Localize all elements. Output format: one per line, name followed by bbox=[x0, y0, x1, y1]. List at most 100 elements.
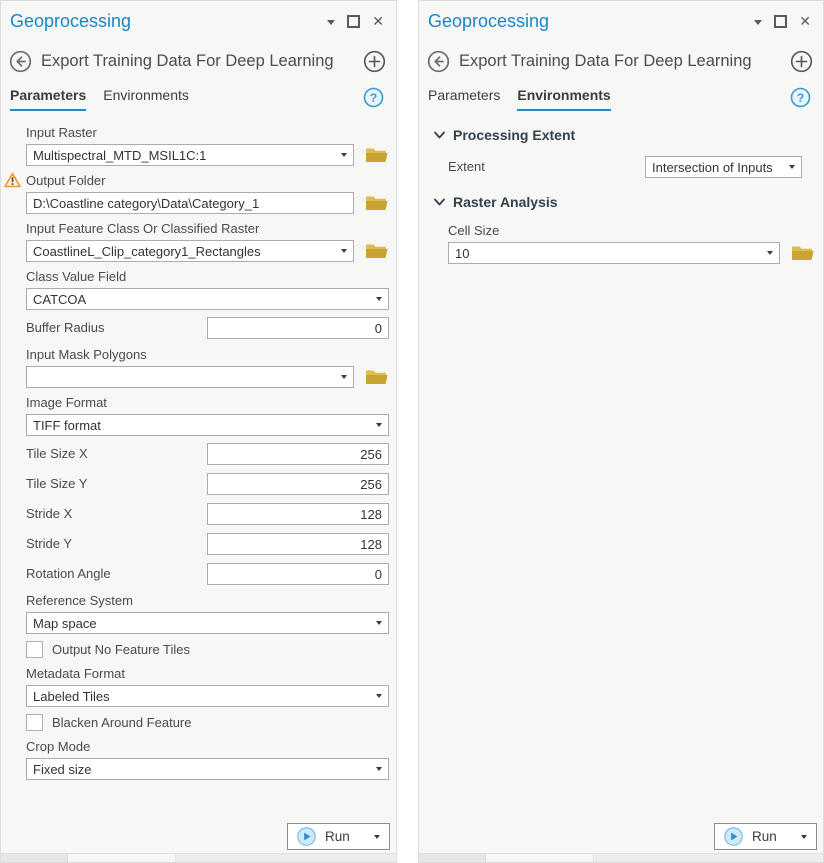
combo-arrow-icon bbox=[376, 423, 382, 427]
run-menu-arrow-icon[interactable] bbox=[374, 835, 380, 839]
combo-arrow-icon bbox=[341, 375, 347, 379]
input-mask-polygons-combobox[interactable] bbox=[26, 366, 354, 388]
tab-environments[interactable]: Environments bbox=[103, 87, 189, 111]
field-tile-size-x: Tile Size X 256 bbox=[26, 443, 389, 465]
blacken-around-feature-checkbox[interactable] bbox=[26, 714, 43, 731]
field-image-format: Image Format TIFF format bbox=[26, 395, 389, 436]
input-feature-class-combobox[interactable]: CoastlineL_Clip_category1_Rectangles bbox=[26, 240, 354, 262]
back-icon[interactable] bbox=[9, 50, 32, 73]
rotation-angle-input[interactable]: 0 bbox=[207, 563, 389, 585]
browse-folder-icon[interactable] bbox=[365, 242, 389, 260]
field-label: Cell Size bbox=[448, 223, 815, 239]
field-metadata-format: Metadata Format Labeled Tiles bbox=[26, 666, 389, 707]
parameters-form: Input Raster Multispectral_MTD_MSIL1C:1 … bbox=[1, 111, 396, 780]
crop-mode-combobox[interactable]: Fixed size bbox=[26, 758, 389, 780]
combo-arrow-icon bbox=[376, 694, 382, 698]
field-tile-size-y: Tile Size Y 256 bbox=[26, 473, 389, 495]
tab-parameters[interactable]: Parameters bbox=[10, 87, 86, 111]
section-processing-extent[interactable]: Processing Extent bbox=[434, 127, 815, 143]
field-input-feature-class: Input Feature Class Or Classified Raster… bbox=[26, 221, 389, 262]
pane-menu-icon[interactable] bbox=[327, 20, 335, 25]
tile-size-y-input[interactable]: 256 bbox=[207, 473, 389, 495]
field-label: Buffer Radius bbox=[26, 320, 207, 336]
maximize-icon[interactable] bbox=[347, 15, 360, 28]
tab-parameters[interactable]: Parameters bbox=[428, 87, 500, 111]
output-no-feature-tiles-checkbox[interactable] bbox=[26, 641, 43, 658]
tool-header: Export Training Data For Deep Learning bbox=[419, 39, 823, 77]
reference-system-combobox[interactable]: Map space bbox=[26, 612, 389, 634]
svg-text:?: ? bbox=[797, 91, 804, 105]
extent-combobox[interactable]: Intersection of Inputs bbox=[645, 156, 802, 178]
browse-folder-icon[interactable] bbox=[365, 368, 389, 386]
checkbox-label: Output No Feature Tiles bbox=[52, 642, 190, 657]
section-title: Raster Analysis bbox=[453, 194, 558, 210]
field-class-value-field: Class Value Field CATCOA bbox=[26, 269, 389, 310]
tab-environments[interactable]: Environments bbox=[517, 87, 610, 111]
browse-folder-icon[interactable] bbox=[365, 146, 389, 164]
combo-arrow-icon bbox=[767, 251, 773, 255]
tab-bar: Parameters Environments ? bbox=[419, 77, 823, 111]
combo-arrow-icon bbox=[341, 153, 347, 157]
pane-dock-tab-strip bbox=[419, 853, 823, 862]
back-icon[interactable] bbox=[427, 50, 450, 73]
field-extent: Extent Intersection of Inputs bbox=[434, 156, 815, 178]
field-label: Class Value Field bbox=[26, 269, 389, 285]
field-label: Tile Size X bbox=[26, 446, 207, 462]
run-button-label: Run bbox=[325, 829, 350, 844]
stride-y-input[interactable]: 128 bbox=[207, 533, 389, 555]
field-input-mask-polygons: Input Mask Polygons bbox=[26, 347, 389, 388]
field-label: Stride Y bbox=[26, 536, 207, 552]
close-icon[interactable]: ✕ bbox=[799, 14, 811, 28]
add-icon[interactable] bbox=[790, 50, 813, 73]
pane-dock-tab-strip bbox=[1, 853, 396, 862]
class-value-field-combobox[interactable]: CATCOA bbox=[26, 288, 389, 310]
help-icon[interactable]: ? bbox=[363, 87, 384, 108]
run-button[interactable]: Run bbox=[714, 823, 817, 850]
metadata-format-combobox[interactable]: Labeled Tiles bbox=[26, 685, 389, 707]
help-icon[interactable]: ? bbox=[790, 87, 811, 108]
field-cell-size: Cell Size 10 bbox=[434, 223, 815, 264]
combo-arrow-icon bbox=[341, 249, 347, 253]
field-label: Crop Mode bbox=[26, 739, 389, 755]
field-label: Output Folder bbox=[26, 173, 106, 188]
field-label: Stride X bbox=[26, 506, 207, 522]
field-label: Reference System bbox=[26, 593, 389, 609]
field-stride-x: Stride X 128 bbox=[26, 503, 389, 525]
chevron-down-icon bbox=[434, 198, 445, 206]
add-icon[interactable] bbox=[363, 50, 386, 73]
pane-menu-icon[interactable] bbox=[754, 20, 762, 25]
field-output-no-feature-tiles: Output No Feature Tiles bbox=[26, 641, 389, 658]
pane-header: Geoprocessing ✕ bbox=[419, 1, 823, 39]
field-input-raster: Input Raster Multispectral_MTD_MSIL1C:1 bbox=[26, 125, 389, 166]
field-stride-y: Stride Y 128 bbox=[26, 533, 389, 555]
image-format-combobox[interactable]: TIFF format bbox=[26, 414, 389, 436]
section-title: Processing Extent bbox=[453, 127, 575, 143]
maximize-icon[interactable] bbox=[774, 15, 787, 28]
close-icon[interactable]: ✕ bbox=[372, 14, 384, 28]
run-button-label: Run bbox=[752, 829, 777, 844]
play-icon bbox=[724, 827, 743, 846]
combo-arrow-icon bbox=[376, 767, 382, 771]
field-label: Rotation Angle bbox=[26, 566, 207, 582]
field-label: Image Format bbox=[26, 395, 389, 411]
field-label: Input Feature Class Or Classified Raster bbox=[26, 221, 389, 237]
field-label: Input Mask Polygons bbox=[26, 347, 389, 363]
cell-size-combobox[interactable]: 10 bbox=[448, 242, 780, 264]
geoprocessing-pane-environments: Geoprocessing ✕ Export Training Data For… bbox=[418, 0, 824, 863]
input-raster-combobox[interactable]: Multispectral_MTD_MSIL1C:1 bbox=[26, 144, 354, 166]
checkbox-label: Blacken Around Feature bbox=[52, 715, 191, 730]
output-folder-input[interactable]: D:\Coastline category\Data\Category_1 bbox=[26, 192, 354, 214]
warning-icon bbox=[4, 172, 21, 192]
field-label: Tile Size Y bbox=[26, 476, 207, 492]
section-raster-analysis[interactable]: Raster Analysis bbox=[434, 194, 815, 210]
buffer-radius-input[interactable]: 0 bbox=[207, 317, 389, 339]
browse-folder-icon[interactable] bbox=[791, 244, 815, 262]
field-output-folder: Output Folder D:\Coastline category\Data… bbox=[26, 173, 389, 214]
run-button[interactable]: Run bbox=[287, 823, 390, 850]
tile-size-x-input[interactable]: 256 bbox=[207, 443, 389, 465]
play-icon bbox=[297, 827, 316, 846]
combo-arrow-icon bbox=[376, 621, 382, 625]
browse-folder-icon[interactable] bbox=[365, 194, 389, 212]
run-menu-arrow-icon[interactable] bbox=[801, 835, 807, 839]
stride-x-input[interactable]: 128 bbox=[207, 503, 389, 525]
